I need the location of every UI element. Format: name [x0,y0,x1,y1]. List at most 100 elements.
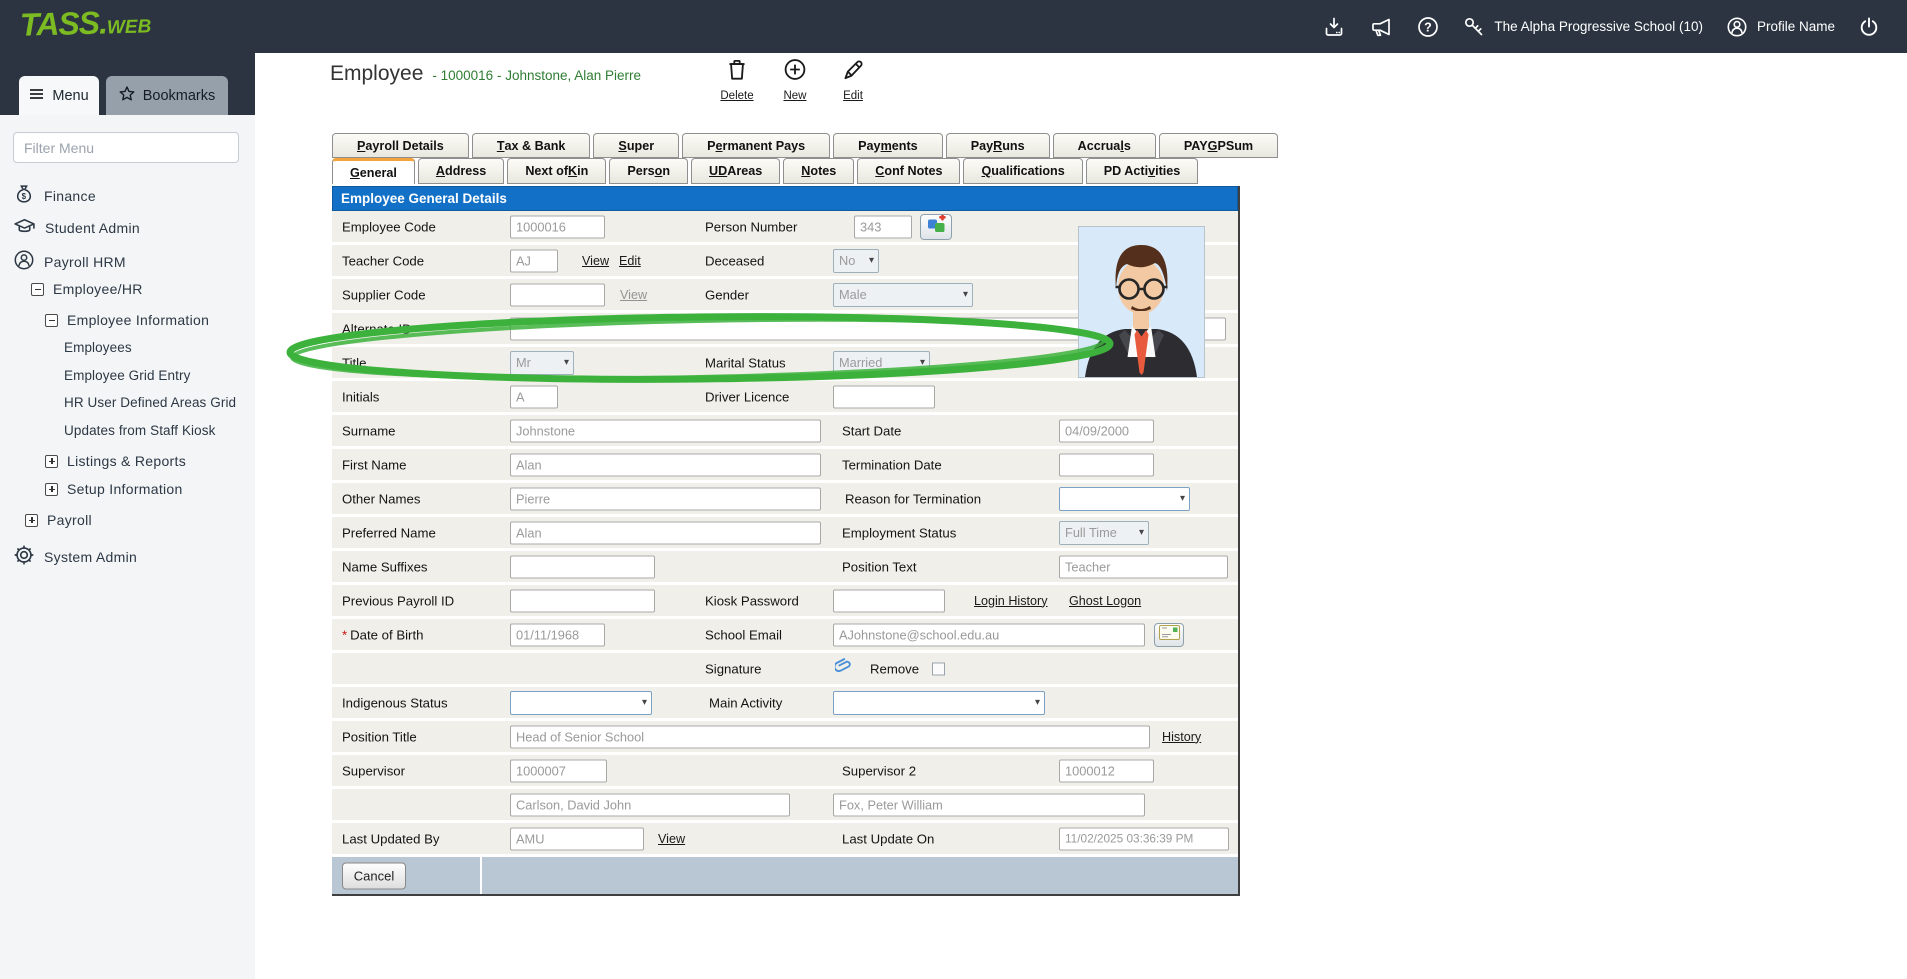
person-link-button[interactable] [920,214,952,240]
supplier-view-link[interactable]: View [620,288,647,302]
termination-date-input[interactable] [1059,453,1154,476]
tab-payg-psum[interactable]: PAYG PSum [1159,133,1278,158]
surname-input[interactable] [510,419,821,442]
employee-code-input[interactable] [510,215,605,238]
indigenous-status-select[interactable]: ▾ [510,691,652,715]
marital-status-select[interactable]: Married▾ [833,351,930,375]
signature-remove-checkbox[interactable] [932,662,945,675]
tab-general[interactable]: General [332,158,415,184]
sidebar-item-payroll-hrm[interactable]: Payroll HRM [13,249,126,274]
collapse-icon[interactable] [45,314,58,327]
teacher-view-link[interactable]: View [582,254,609,268]
tab-pay-runs[interactable]: Pay Runs [946,133,1050,158]
tab-pd-activities[interactable]: PD Activities [1086,158,1199,184]
date-of-birth-input[interactable] [510,623,605,646]
tab-conf-notes[interactable]: Conf Notes [857,158,960,184]
position-text-input[interactable] [1059,555,1228,578]
edit-button[interactable]: Edit [828,56,878,102]
reason-for-termination-select[interactable]: ▾ [1059,487,1190,511]
tab-tax-bank[interactable]: Tax & Bank [472,133,591,158]
supervisor-name-input[interactable] [510,793,790,816]
teacher-code-input[interactable] [510,249,558,272]
school-email-input[interactable] [833,623,1145,646]
supplier-code-label: Supplier Code [342,287,426,302]
previous-payroll-id-input[interactable] [510,589,655,612]
tab-super[interactable]: Super [593,133,679,158]
supplier-code-input[interactable] [510,283,605,306]
last-updated-by-input[interactable] [510,827,644,850]
last-update-on-input[interactable] [1059,827,1229,850]
initials-input[interactable] [510,385,558,408]
other-names-input[interactable] [510,487,821,510]
send-email-button[interactable] [1154,623,1184,647]
start-date-label: Start Date [842,423,901,438]
sidebar-item-employee-hr[interactable]: Employee/HR [31,281,143,297]
tab-ud-areas[interactable]: UD Areas [691,158,780,184]
sidebar-item-finance[interactable]: $ Finance [13,183,96,208]
profile-menu[interactable]: Profile Name [1725,15,1835,39]
tab-permanent-pays[interactable]: Permanent Pays [682,133,830,158]
paperclip-icon[interactable] [835,658,852,680]
tab-payments[interactable]: Payments [833,133,943,158]
sidebar-item-student-admin[interactable]: Student Admin [13,216,140,239]
supervisor2-name-input[interactable] [833,793,1145,816]
tab-next-of-kin[interactable]: Next of Kin [507,158,606,184]
preferred-name-input[interactable] [510,521,821,544]
help-icon[interactable]: ? [1416,15,1440,39]
title-select[interactable]: Mr▾ [510,351,574,375]
tab-notes[interactable]: Notes [783,158,854,184]
tab-qualifications[interactable]: Qualifications [963,158,1082,184]
tab-address[interactable]: Address [418,158,504,184]
tab-menu[interactable]: Menu [19,76,99,115]
position-title-history-link[interactable]: History [1162,730,1201,744]
chevron-down-icon: ▾ [1135,527,1148,538]
reason-for-termination-label: Reason for Termination [845,491,981,506]
sidebar-item-system-admin[interactable]: System Admin [13,544,137,569]
last-updated-view-link[interactable]: View [658,832,685,846]
person-number-input[interactable] [854,215,912,238]
chevron-down-icon: ▾ [560,357,573,368]
position-title-input[interactable] [510,725,1150,748]
tab-accruals[interactable]: Accruals [1053,133,1156,158]
key-icon [1462,15,1486,39]
sidebar-item-employees[interactable]: Employees [64,340,132,355]
expand-icon[interactable] [45,483,58,496]
megaphone-icon[interactable] [1368,15,1394,39]
sidebar-item-payroll[interactable]: Payroll [25,512,92,528]
star-icon [119,86,135,105]
ghost-logon-link[interactable]: Ghost Logon [1069,594,1141,608]
sidebar-item-employee-grid-entry[interactable]: Employee Grid Entry [64,368,190,383]
login-history-link[interactable]: Login History [974,594,1048,608]
tab-bookmarks[interactable]: Bookmarks [106,76,228,115]
gender-select[interactable]: Male▾ [833,283,973,307]
main-activity-select[interactable]: ▾ [833,691,1045,715]
supervisor2-input[interactable] [1059,759,1154,782]
deceased-select[interactable]: No▾ [833,249,879,273]
delete-button[interactable]: Delete [712,56,762,102]
sidebar-item-hr-user-defined-areas-grid[interactable]: HR User Defined Areas Grid [64,395,236,410]
start-date-input[interactable] [1059,419,1154,442]
expand-icon[interactable] [25,514,38,527]
sidebar-item-employee-information[interactable]: Employee Information [45,312,209,328]
kiosk-password-input[interactable] [833,589,945,612]
filter-menu-input[interactable] [13,132,239,163]
sidebar-item-listings-reports[interactable]: Listings & Reports [45,453,186,469]
expand-icon[interactable] [45,455,58,468]
tab-person[interactable]: Person [609,158,688,184]
first-name-input[interactable] [510,453,821,476]
download-icon[interactable] [1322,15,1346,39]
sidebar-item-setup-information[interactable]: Setup Information [45,481,183,497]
supervisor-input[interactable] [510,759,607,782]
new-button[interactable]: New [770,56,820,102]
power-icon[interactable] [1857,15,1881,39]
name-suffixes-input[interactable] [510,555,655,578]
collapse-icon[interactable] [31,283,44,296]
sidebar-item-updates-from-staff-kiosk[interactable]: Updates from Staff Kiosk [64,423,215,438]
school-context[interactable]: The Alpha Progressive School (10) [1462,15,1703,39]
teacher-edit-link[interactable]: Edit [619,254,641,268]
deceased-label: Deceased [705,253,764,268]
driver-licence-input[interactable] [833,385,935,408]
tab-payroll-details[interactable]: Payroll Details [332,133,469,158]
cancel-button[interactable]: Cancel [342,862,406,889]
employment-status-select[interactable]: Full Time▾ [1059,521,1149,545]
